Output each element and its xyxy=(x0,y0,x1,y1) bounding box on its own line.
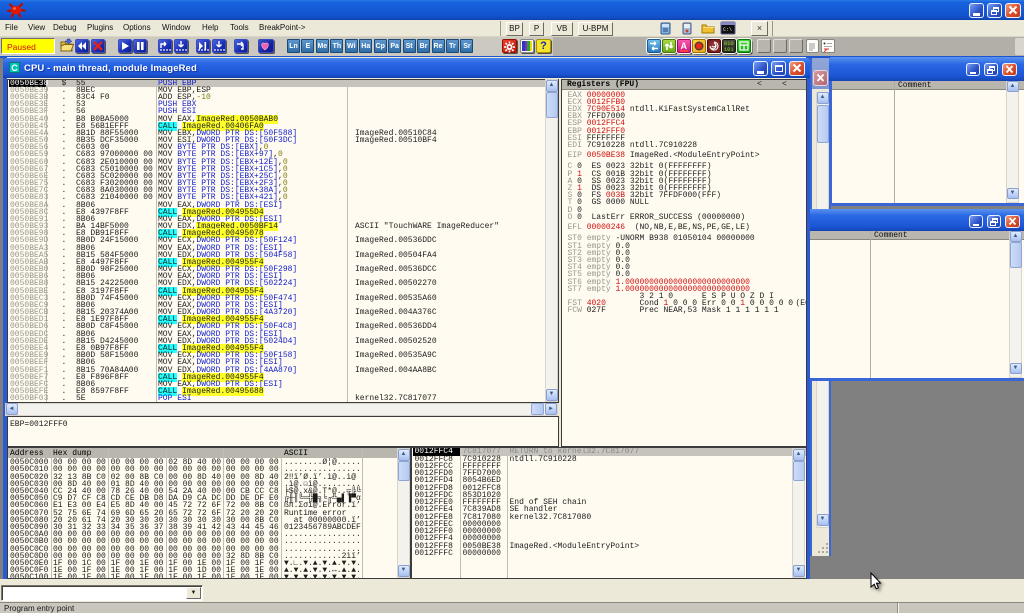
svg-text:C:\: C:\ xyxy=(723,27,732,33)
